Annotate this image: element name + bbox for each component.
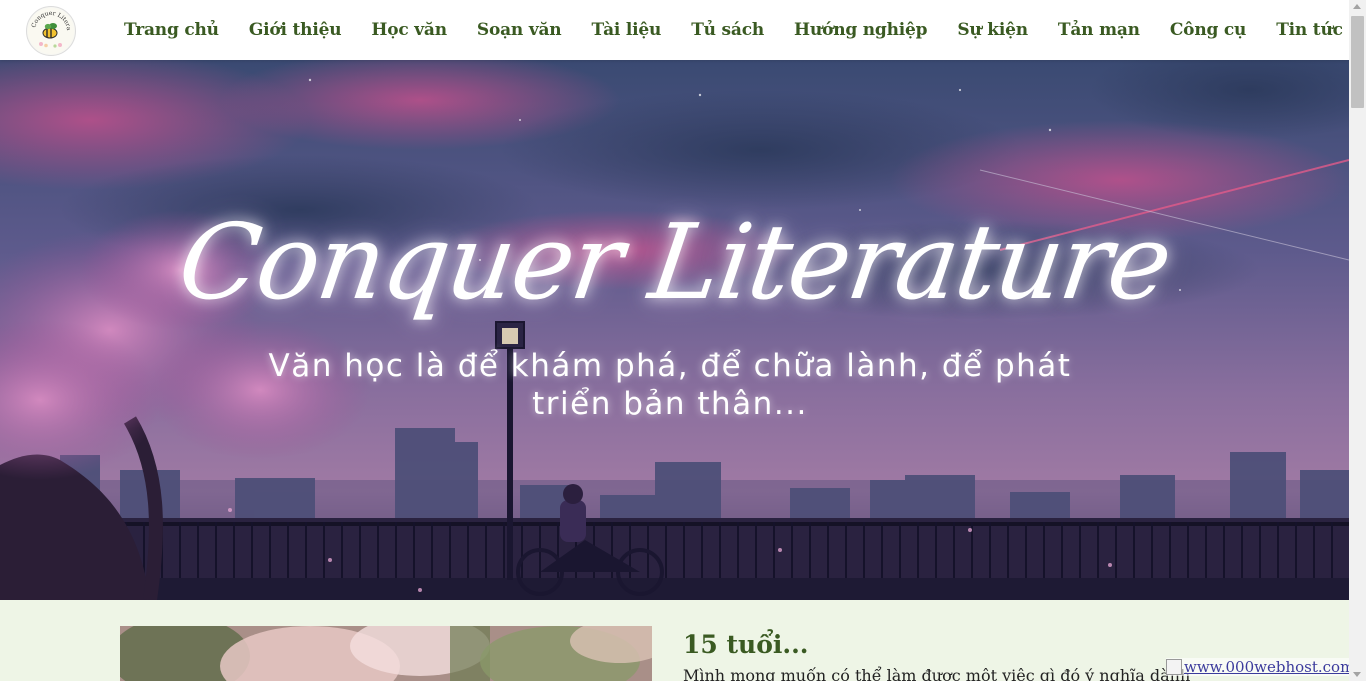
nav-item-tai-lieu[interactable]: Tài liệu (576, 20, 676, 40)
post-title[interactable]: 15 tuổi... (683, 630, 809, 659)
scrollbar-thumb[interactable] (1351, 16, 1364, 108)
nav-item-gioi-thieu[interactable]: Giới thiệu (234, 20, 357, 40)
broken-image-icon (1166, 659, 1182, 675)
scroll-up-arrow-icon[interactable] (1353, 4, 1361, 9)
webhost-badge-link[interactable]: www.000webhost.com (1166, 658, 1349, 676)
nav-item-su-kien[interactable]: Sự kiện (942, 20, 1043, 40)
webhost-badge-text: www.000webhost.com (1184, 658, 1349, 676)
nav-item-huong-nghiep[interactable]: Hướng nghiệp (779, 20, 942, 40)
hero-subtitle-line-1: Văn học là để khám phá, để chữa lành, để… (268, 348, 1072, 384)
bee-icon: Conquer Literature (27, 7, 74, 54)
featured-post-section: 15 tuổi... Mình mong muốn có thể làm đượ… (0, 600, 1349, 681)
page: Conquer Literature Trang chủ Giới thiệu … (0, 0, 1349, 681)
hero-subtitle: Văn học là để khám phá, để chữa lành, để… (140, 347, 1200, 423)
post-thumbnail[interactable] (120, 626, 652, 681)
nav-item-tu-sach[interactable]: Tủ sách (676, 20, 779, 40)
main-nav: Trang chủ Giới thiệu Học văn Soạn văn Tà… (109, 0, 1349, 60)
nav-item-cong-cu[interactable]: Công cụ (1155, 20, 1261, 40)
page-scrollbar[interactable] (1349, 0, 1366, 681)
nav-item-tin-tuc[interactable]: Tin tức (1261, 20, 1349, 40)
nav-item-trang-chu[interactable]: Trang chủ (109, 20, 234, 40)
scroll-down-arrow-icon[interactable] (1353, 672, 1361, 677)
post-excerpt: Mình mong muốn có thể làm được một việc … (683, 666, 1191, 681)
nav-item-tan-man[interactable]: Tản mạn (1043, 20, 1155, 40)
hero-subtitle-line-2: triển bản thân... (532, 386, 808, 422)
hero-title: Conquer Literature (171, 201, 1178, 323)
site-header: Conquer Literature Trang chủ Giới thiệu … (0, 0, 1349, 60)
nav-item-hoc-van[interactable]: Học văn (356, 20, 462, 40)
hero-banner: Conquer Literature Văn học là để khám ph… (0, 60, 1349, 600)
nav-item-soan-van[interactable]: Soạn văn (462, 20, 577, 40)
hero-background-image (0, 60, 1349, 600)
site-logo[interactable]: Conquer Literature (26, 6, 76, 56)
